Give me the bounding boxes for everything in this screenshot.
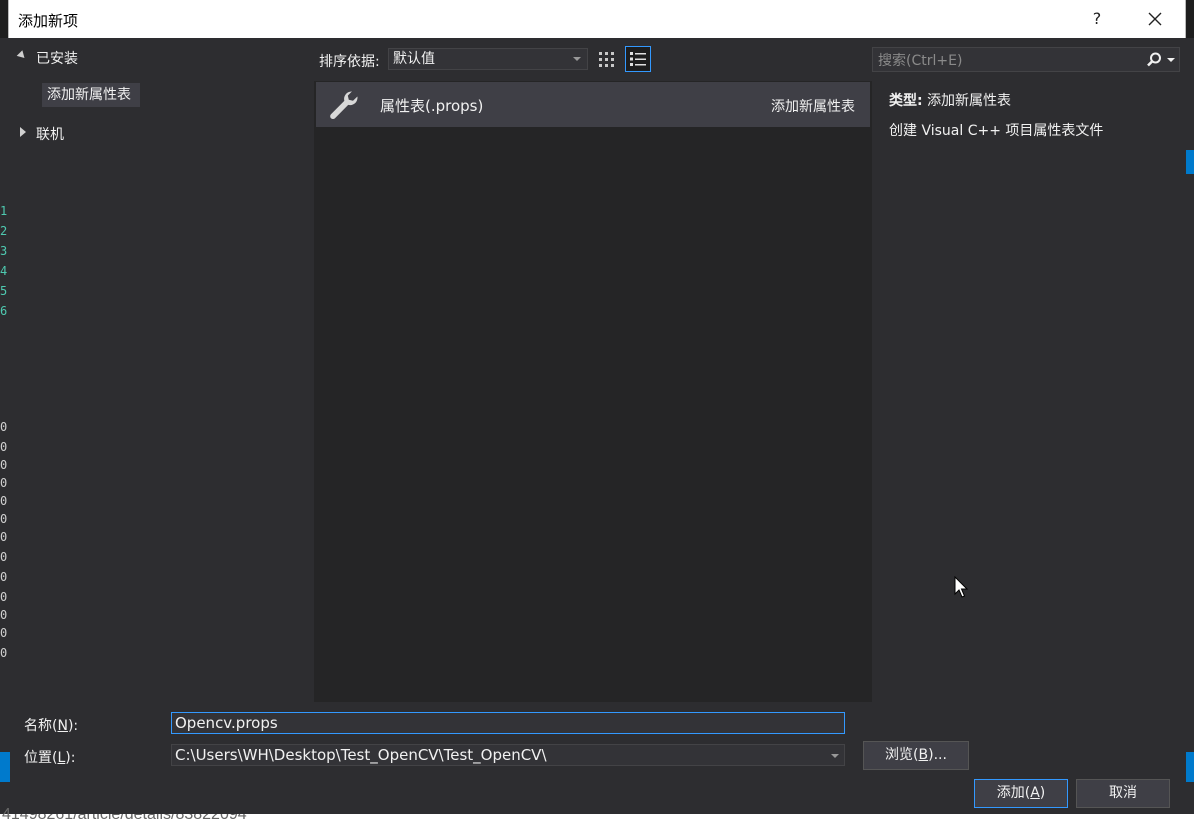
cancel-button[interactable]: 取消	[1076, 779, 1170, 808]
grid-view-icon	[599, 52, 614, 67]
add-button[interactable]: 添加(A)	[974, 779, 1068, 808]
mouse-cursor-icon	[954, 576, 969, 598]
background-line-number: 5	[0, 284, 8, 298]
background-output-text: 0	[0, 590, 8, 604]
background-output-text: 0	[0, 494, 8, 508]
name-label: 名称(N):	[24, 718, 79, 734]
background-ide-accent	[1186, 752, 1194, 782]
background-output-text: 0	[0, 570, 8, 584]
location-value: C:\Users\WH\Desktop\Test_OpenCV\Test_Ope…	[175, 746, 547, 764]
background-ide-accent	[1186, 150, 1194, 174]
background-output-text: 0	[0, 440, 8, 454]
close-icon	[1148, 12, 1162, 26]
template-list	[314, 81, 872, 702]
chevron-down-icon	[573, 57, 581, 61]
sort-label: 排序依据:	[319, 54, 380, 70]
background-line-number: 4	[0, 264, 8, 278]
sort-value: 默认值	[393, 51, 435, 67]
collapsed-triangle-icon[interactable]	[20, 127, 26, 137]
small-icons-view-button[interactable]	[596, 46, 620, 72]
background-output-text: 0	[0, 530, 8, 544]
chevron-down-icon[interactable]	[831, 754, 839, 758]
template-item-property-sheet[interactable]: 属性表(.props) 添加新属性表	[316, 82, 870, 127]
tree-item-add-property-sheet[interactable]: 添加新属性表	[42, 83, 140, 107]
background-output-text: 0	[0, 550, 8, 564]
list-view-button[interactable]	[625, 46, 651, 72]
help-button[interactable]: ?	[1082, 4, 1112, 34]
background-output-text: 0	[0, 646, 8, 660]
background-output-text: 0	[0, 476, 8, 490]
list-view-icon	[630, 52, 646, 66]
tree-item-online[interactable]: 联机	[36, 124, 64, 144]
location-combobox[interactable]: C:\Users\WH\Desktop\Test_OpenCV\Test_Ope…	[171, 744, 845, 766]
template-category: 添加新属性表	[771, 99, 855, 115]
background-line-number: 1	[0, 204, 8, 218]
wrench-icon	[330, 91, 358, 120]
background-output-text: 0	[0, 608, 8, 622]
search-icon[interactable]	[1145, 51, 1163, 69]
name-field[interactable]	[171, 712, 845, 734]
background-line-number: 2	[0, 224, 8, 238]
detail-type-value: 添加新属性表	[927, 93, 1012, 109]
background-output-text: 0	[0, 420, 8, 434]
background-ide-accent	[0, 752, 10, 782]
title-bar	[8, 0, 1186, 38]
background-line-number: 3	[0, 244, 8, 258]
detail-type: 类型: 添加新属性表	[889, 90, 1011, 110]
location-label: 位置(L):	[24, 750, 76, 766]
close-button[interactable]	[1138, 4, 1172, 34]
search-box	[872, 47, 1180, 73]
template-name: 属性表(.props)	[380, 97, 484, 115]
background-output-text: 0	[0, 626, 8, 640]
detail-description: 创建 Visual C++ 项目属性表文件	[889, 123, 1104, 139]
background-output-text: 0	[0, 512, 8, 526]
sort-dropdown[interactable]: 默认值	[388, 48, 588, 70]
background-output-text: 0	[0, 458, 8, 472]
detail-type-label: 类型:	[889, 93, 923, 109]
browse-button[interactable]: 浏览(B)...	[863, 741, 969, 770]
tree-item-installed[interactable]: 已安装	[36, 48, 78, 68]
background-line-number: 6	[0, 304, 8, 318]
search-input[interactable]	[873, 48, 1146, 73]
search-options-dropdown-icon[interactable]	[1167, 58, 1175, 62]
dialog-title: 添加新项	[18, 12, 79, 30]
